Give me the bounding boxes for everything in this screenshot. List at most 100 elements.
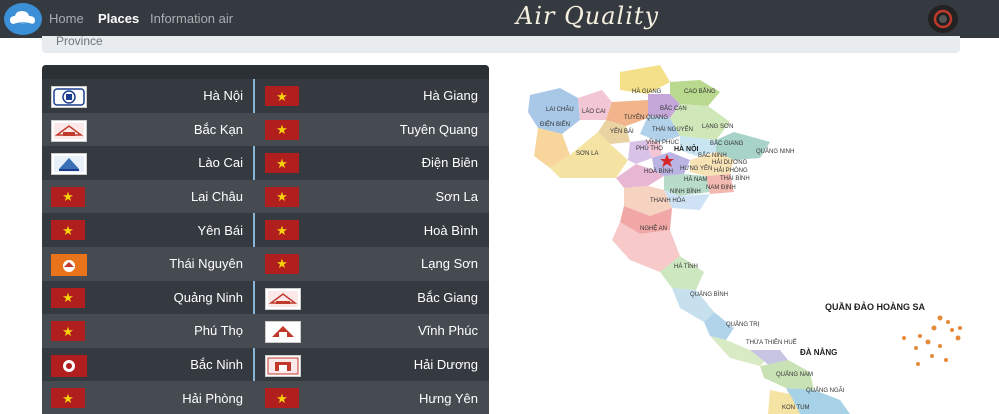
place-cell[interactable]: Hải Dương [254, 348, 489, 382]
map-label-quang-binh: QUẢNG BÌNH [690, 291, 728, 298]
table-row[interactable]: ★ Hải Phòng ★ Hưng Yên [42, 381, 489, 414]
table-row[interactable]: ★ Quảng Ninh Bắc Giang [42, 281, 489, 315]
province-emblem-icon [265, 287, 301, 310]
table-row[interactable]: Bắc Kạn ★ Tuyên Quang [42, 112, 489, 147]
province-emblem-icon [265, 354, 301, 377]
province-label: Province [56, 34, 103, 48]
place-name: Điện Biên [421, 155, 478, 171]
table-row[interactable]: Lào Cai ★ Điện Biên [42, 146, 489, 180]
map-label-bac-can: BẮC CẠN [660, 104, 687, 112]
map-label-ha-noi: HÀ NỘI [674, 144, 699, 153]
vietnam-flag-icon: ★ [265, 220, 299, 241]
place-name: Thái Nguyên [169, 256, 243, 272]
place-cell[interactable]: Bắc Giang [254, 281, 489, 315]
place-cell[interactable]: Bắc Ninh [42, 348, 254, 382]
map-label-lao-cai: LÀO CAI [582, 108, 606, 115]
map-label-quang-nam: QUẢNG NAM [776, 371, 813, 378]
map-label-ninh-binh: NINH BÌNH [670, 188, 701, 195]
map-label-da-nang: ĐÀ NẴNG [800, 348, 837, 357]
province-emblem-icon [265, 321, 301, 344]
map-label-thanh-hoa: THANH HÓA [650, 197, 685, 204]
vietnam-flag-icon: ★ [265, 86, 299, 106]
place-cell[interactable]: ★ Yên Bái [42, 213, 254, 247]
map-label-son-la: SƠN LA [576, 151, 599, 157]
vietnam-map: LAI CHÂU LÀO CAI HÀ GIANG CAO BẰNG BẮC C… [528, 65, 962, 414]
settings-icon[interactable] [928, 5, 958, 33]
table-row[interactable]: ★ Phú Thọ Vĩnh Phúc [42, 314, 489, 348]
place-cell[interactable]: Vĩnh Phúc [254, 314, 489, 348]
map-label-quang-tri: QUẢNG TRỊ [726, 321, 760, 328]
brand-title: Air Quality [516, 2, 660, 30]
map-label-bac-ninh: BẮC NINH [698, 151, 727, 159]
place-name: Hải Phòng [182, 390, 243, 406]
map-label-lai-chau: LAI CHÂU [546, 106, 574, 113]
place-name: Hoà Bình [423, 222, 478, 238]
place-name: Lạng Sơn [421, 256, 478, 272]
table-row[interactable]: Bắc Ninh Hải Dương [42, 348, 489, 382]
place-cell[interactable]: ★ Hải Phòng [42, 381, 254, 414]
place-cell[interactable]: ★ Hoà Bình [254, 213, 489, 247]
map-label-quang-ngai: QUẢNG NGÃI [806, 387, 845, 394]
place-cell[interactable]: ★ Lai Châu [42, 180, 254, 214]
place-cell[interactable]: ★ Hà Giang [254, 79, 489, 113]
vietnam-flag-icon: ★ [265, 153, 299, 174]
place-cell[interactable]: ★ Điện Biên [254, 146, 489, 180]
map-label-thai-nguyen: THÁI NGUYÊN [652, 125, 693, 133]
nav-information-air-link[interactable]: Information air [150, 11, 233, 26]
map-label-quang-ninh: QUẢNG NINH [756, 148, 794, 155]
place-name: Bắc Giang [417, 289, 478, 305]
province-emblem-icon [51, 119, 87, 142]
table-row[interactable]: ★ Yên Bái ★ Hoà Bình [42, 213, 489, 247]
map-label-nam-dinh: NAM ĐỊNH [706, 185, 736, 191]
place-name: Lào Cai [198, 155, 243, 171]
map-label-nghe-an: NGHỆ AN [640, 224, 667, 232]
place-name: Bắc Ninh [190, 357, 243, 373]
nav-places-link[interactable]: Places [98, 11, 139, 26]
map-label-hoang-sa: QUẦN ĐẢO HOÀNG SA [825, 301, 926, 312]
table-row[interactable]: Hà Nội ★ Hà Giang [42, 79, 489, 113]
place-name: Quảng Ninh [173, 289, 243, 305]
vietnam-flag-icon: ★ [265, 119, 299, 140]
map-label-thai-binh: THÁI BÌNH [720, 175, 750, 182]
place-name: Tuyên Quang [399, 121, 478, 137]
place-name: Phú Thọ [194, 323, 243, 339]
place-cell[interactable]: ★ Tuyên Quang [254, 113, 489, 147]
place-name: Hưng Yên [418, 390, 478, 406]
vietnam-flag-icon: ★ [51, 186, 85, 207]
vietnam-flag-icon: ★ [265, 388, 299, 409]
map-label-cao-bang: CAO BẰNG [684, 87, 716, 95]
map-label-lang-son: LẠNG SƠN [702, 124, 734, 130]
navbar: Home Places Information air Air Quality [0, 0, 999, 38]
place-name: Bắc Kạn [193, 121, 243, 137]
place-cell[interactable]: ★ Phú Thọ [42, 314, 254, 348]
nav-home-link[interactable]: Home [49, 11, 84, 26]
place-name: Hà Giang [423, 88, 478, 104]
map-label-bac-giang: BẮC GIANG [710, 139, 744, 147]
map-label-ha-giang: HÀ GIANG [632, 88, 662, 95]
map-label-dien-bien: ĐIỆN BIÊN [540, 120, 570, 128]
cloud-logo-icon[interactable] [4, 3, 42, 35]
place-cell[interactable]: Bắc Kạn [42, 113, 254, 147]
map-label-ha-tinh: HÀ TĨNH [674, 263, 698, 270]
place-cell[interactable]: Lào Cai [42, 146, 254, 180]
place-name: Hải Dương [413, 357, 478, 373]
vietnam-flag-icon: ★ [265, 186, 299, 207]
place-name: Yên Bái [197, 222, 243, 238]
map-label-yen-bai: YÊN BÁI [610, 127, 634, 135]
map-region-lao-cai[interactable] [578, 90, 612, 120]
province-filter-bar[interactable]: Province [42, 34, 960, 53]
place-name: Hà Nội [203, 88, 243, 104]
place-cell[interactable]: ★ Quảng Ninh [42, 281, 254, 315]
vietnam-flag-icon: ★ [51, 287, 85, 308]
table-row[interactable]: Thái Nguyên ★ Lạng Sơn [42, 246, 489, 281]
place-cell[interactable]: ★ Lạng Sơn [254, 247, 489, 281]
province-emblem-icon [51, 86, 87, 108]
place-cell[interactable]: ★ Sơn La [254, 180, 489, 214]
map-label-tuyen-quang: TUYÊN QUANG [624, 113, 668, 121]
place-cell[interactable]: Hà Nội [42, 79, 254, 113]
place-cell[interactable]: Thái Nguyên [42, 247, 254, 281]
place-cell[interactable]: ★ Hưng Yên [254, 381, 489, 414]
table-row[interactable]: ★ Lai Châu ★ Sơn La [42, 179, 489, 214]
table-header [42, 65, 489, 79]
places-table: Hà Nội ★ Hà Giang Bắc Kạn ★ Tuyên Quang … [42, 65, 489, 414]
